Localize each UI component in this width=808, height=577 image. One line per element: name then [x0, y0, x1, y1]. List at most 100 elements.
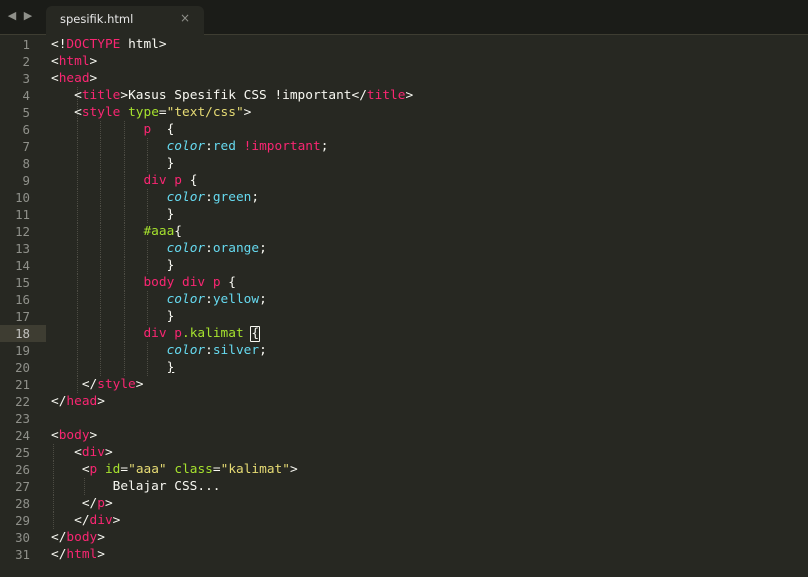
code-token: p — [212, 275, 221, 290]
line-number: 19 — [15, 343, 30, 358]
tab-spesifik-html[interactable]: spesifik.html × — [46, 6, 204, 35]
code-text: <html> — [51, 53, 97, 70]
code-line[interactable]: 26 <p id="aaa" class="kalimat"> — [0, 461, 808, 478]
code-line[interactable]: 27 Belajar CSS... — [0, 478, 808, 495]
code-token: div — [143, 173, 167, 188]
code-token: > — [135, 377, 144, 392]
code-token: Belajar CSS... — [51, 479, 221, 494]
code-text: #aaa{ — [51, 223, 182, 240]
line-number: 3 — [22, 71, 30, 86]
code-token: > — [112, 513, 121, 528]
code-line[interactable]: 7 color:red !important; — [0, 138, 808, 155]
code-line[interactable]: 22 </head> — [0, 393, 808, 410]
code-line[interactable]: 21 </style> — [0, 376, 808, 393]
code-text: </div> — [51, 512, 120, 529]
code-text: color:green; — [51, 189, 260, 206]
code-text: </html> — [51, 546, 105, 563]
code-line[interactable]: 18 div p.kalimat { — [0, 325, 808, 342]
code-line[interactable]: 31 </html> — [0, 546, 808, 563]
code-token: color — [166, 139, 206, 154]
code-line[interactable]: 14 } — [0, 257, 808, 274]
code-line[interactable]: 25 <div> — [0, 444, 808, 461]
line-number: 18 — [15, 326, 30, 341]
code-text: } — [51, 257, 175, 274]
code-line[interactable]: 19 color:silver; — [0, 342, 808, 359]
code-token: ; — [320, 139, 329, 154]
code-line[interactable]: 2 <html> — [0, 53, 808, 70]
code-token: "text/css" — [166, 105, 244, 120]
code-token: : — [205, 139, 213, 154]
code-line[interactable]: 24 <body> — [0, 427, 808, 444]
code-line[interactable]: 9 div p { — [0, 172, 808, 189]
code-token: </ — [51, 377, 98, 392]
code-token: < — [51, 88, 82, 103]
code-line[interactable]: 15 body div p { — [0, 274, 808, 291]
code-line[interactable]: 10 color:green; — [0, 189, 808, 206]
code-token: > — [89, 428, 98, 443]
code-token: color — [166, 343, 206, 358]
line-number: 9 — [22, 173, 30, 188]
code-token: > — [405, 88, 414, 103]
code-token: head — [66, 394, 98, 409]
code-token: < — [51, 462, 90, 477]
code-token: ; — [259, 241, 267, 256]
code-token: class — [174, 462, 213, 477]
code-line[interactable]: 16 color:yellow; — [0, 291, 808, 308]
code-line[interactable]: 5 <style type="text/css"> — [0, 104, 808, 121]
line-number: 28 — [15, 496, 30, 511]
code-token: < — [51, 105, 82, 120]
code-text: color:silver; — [51, 342, 267, 359]
line-number: 15 — [15, 275, 30, 290]
code-line[interactable]: 17 } — [0, 308, 808, 325]
code-line[interactable]: 28 </p> — [0, 495, 808, 512]
code-token: > — [104, 445, 113, 460]
line-number: 10 — [15, 190, 30, 205]
code-text: <title>Kasus Spesifik CSS !important</ti… — [51, 87, 413, 104]
code-line[interactable]: 6 p { — [0, 121, 808, 138]
code-line[interactable]: 30 </body> — [0, 529, 808, 546]
code-line[interactable]: 12 #aaa{ — [0, 223, 808, 240]
line-number: 14 — [15, 258, 30, 273]
line-number: 1 — [22, 37, 30, 52]
nav-back-icon[interactable]: ◀ — [6, 9, 18, 23]
code-token: </ — [51, 530, 67, 545]
code-line[interactable]: 20 } — [0, 359, 808, 376]
code-line[interactable]: 4 <title>Kasus Spesifik CSS !important</… — [0, 87, 808, 104]
code-text: } — [51, 206, 175, 223]
code-line[interactable]: 13 color:orange; — [0, 240, 808, 257]
nav-forward-icon[interactable]: ▶ — [22, 9, 34, 23]
code-token: > — [89, 71, 98, 86]
code-line[interactable]: 3 <head> — [0, 70, 808, 87]
code-token: color — [166, 292, 206, 307]
code-token: #aaa — [143, 224, 175, 239]
code-token: ; — [259, 343, 267, 358]
tab-label: spesifik.html — [60, 12, 134, 26]
code-token: div — [143, 326, 167, 341]
code-text: body div p { — [51, 274, 236, 291]
code-line[interactable]: 8 } — [0, 155, 808, 172]
code-token: > — [97, 547, 105, 562]
code-token: > — [97, 530, 105, 545]
close-icon[interactable]: × — [180, 11, 190, 25]
code-line[interactable]: 1 <!DOCTYPE html> — [0, 36, 808, 53]
code-token: { — [151, 122, 175, 137]
code-token: </ — [51, 513, 90, 528]
code-token: p — [97, 496, 105, 511]
code-line[interactable]: 11 } — [0, 206, 808, 223]
code-line[interactable]: 23 — [0, 410, 808, 427]
code-token: html — [58, 54, 90, 69]
code-line[interactable]: 29 </div> — [0, 512, 808, 529]
code-token: div — [81, 445, 105, 460]
line-number: 8 — [22, 156, 30, 171]
code-editor[interactable]: 1 <!DOCTYPE html> 2 <html> 3 <head> 4 <title>K… — [0, 35, 808, 577]
code-token: div — [89, 513, 113, 528]
code-token: head — [58, 71, 90, 86]
